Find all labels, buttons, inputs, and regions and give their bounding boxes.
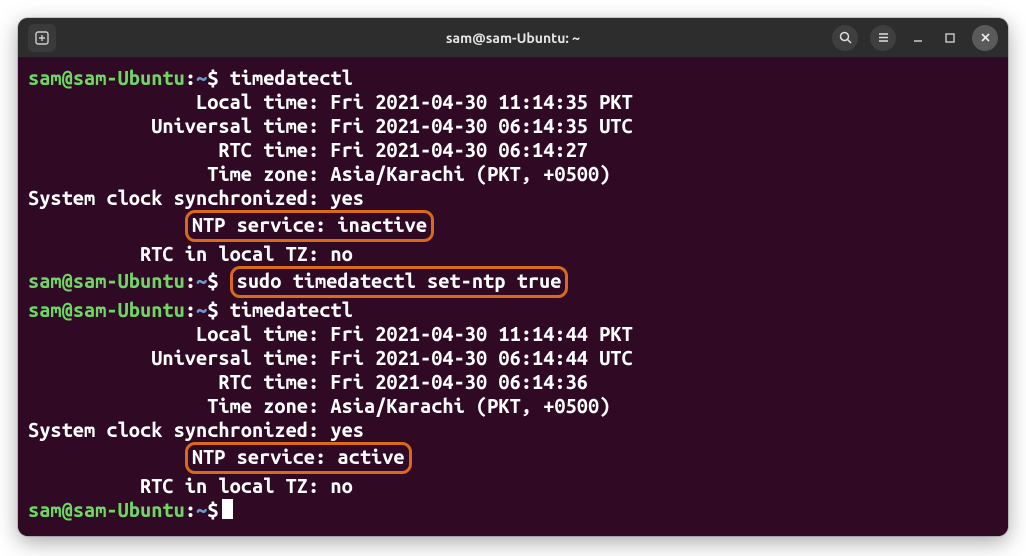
output-label: RTC time: bbox=[28, 138, 319, 161]
output-value: yes bbox=[319, 186, 364, 209]
command-2: sudo timedatectl set-ntp true bbox=[237, 269, 562, 292]
output-line: Time zone: Asia/Karachi (PKT, +0500) bbox=[28, 394, 998, 418]
output-label: Universal time: bbox=[28, 346, 319, 369]
output-label: Local time: bbox=[28, 90, 319, 113]
prompt-colon: : bbox=[185, 298, 196, 321]
prompt-colon: : bbox=[185, 498, 196, 521]
prompt-user: sam bbox=[28, 298, 62, 321]
output-value: Fri 2021-04-30 06:14:35 UTC bbox=[319, 114, 633, 137]
prompt-sigil: $ bbox=[207, 298, 218, 321]
output-pad bbox=[28, 213, 185, 236]
prompt-sigil: $ bbox=[207, 498, 218, 521]
command-3: timedatectl bbox=[230, 298, 353, 321]
output-line: RTC time: Fri 2021-04-30 06:14:27 bbox=[28, 138, 998, 162]
command-1: timedatectl bbox=[230, 66, 353, 89]
prompt-at: @ bbox=[62, 269, 73, 292]
output-value: inactive bbox=[326, 213, 427, 236]
output-label: NTP service: bbox=[192, 213, 326, 236]
output-value: active bbox=[326, 445, 404, 468]
terminal-body[interactable]: sam@sam-Ubuntu:~$ timedatectl Local time… bbox=[18, 58, 1008, 536]
output-label: RTC in local TZ: bbox=[28, 242, 319, 265]
output-line: Universal time: Fri 2021-04-30 06:14:35 … bbox=[28, 114, 998, 138]
highlight-ntp-active: NTP service: active bbox=[185, 442, 412, 474]
output-line: System clock synchronized: yes bbox=[28, 186, 998, 210]
output-label: Time zone: bbox=[28, 394, 319, 417]
output-value: Asia/Karachi (PKT, +0500) bbox=[319, 162, 610, 185]
prompt-user: sam bbox=[28, 269, 62, 292]
output-pad bbox=[28, 445, 185, 468]
search-button[interactable] bbox=[832, 25, 858, 51]
output-value: Fri 2021-04-30 06:14:27 bbox=[319, 138, 588, 161]
output-line: NTP service: inactive bbox=[28, 210, 998, 242]
prompt-line: sam@sam-Ubuntu:~$ timedatectl bbox=[28, 66, 998, 90]
new-tab-button[interactable] bbox=[28, 24, 56, 52]
titlebar: sam@sam-Ubuntu: ~ bbox=[18, 18, 1008, 58]
prompt-colon: : bbox=[185, 66, 196, 89]
output-line: RTC in local TZ: no bbox=[28, 242, 998, 266]
output-label: Time zone: bbox=[28, 162, 319, 185]
output-value: Fri 2021-04-30 11:14:44 PKT bbox=[319, 322, 633, 345]
prompt-user: sam bbox=[28, 498, 62, 521]
highlight-command-set-ntp: sudo timedatectl set-ntp true bbox=[230, 266, 569, 298]
close-icon bbox=[980, 32, 991, 43]
maximize-icon bbox=[944, 32, 956, 44]
output-value: yes bbox=[319, 418, 364, 441]
output-line: Time zone: Asia/Karachi (PKT, +0500) bbox=[28, 162, 998, 186]
output-label: Local time: bbox=[28, 322, 319, 345]
output-line: RTC in local TZ: no bbox=[28, 474, 998, 498]
new-tab-icon bbox=[35, 31, 49, 45]
prompt-host: sam-Ubuntu bbox=[73, 498, 185, 521]
output-line: Local time: Fri 2021-04-30 11:14:35 PKT bbox=[28, 90, 998, 114]
output-line: System clock synchronized: yes bbox=[28, 418, 998, 442]
output-label: NTP service: bbox=[192, 445, 326, 468]
search-icon bbox=[839, 31, 852, 44]
prompt-at: @ bbox=[62, 498, 73, 521]
output-label: System clock synchronized: bbox=[28, 186, 319, 209]
cursor-block bbox=[222, 499, 233, 519]
output-line: RTC time: Fri 2021-04-30 06:14:36 bbox=[28, 370, 998, 394]
minimize-button[interactable] bbox=[908, 28, 928, 48]
output-label: RTC time: bbox=[28, 370, 319, 393]
prompt-user: sam bbox=[28, 66, 62, 89]
prompt-line: sam@sam-Ubuntu:~$ timedatectl bbox=[28, 298, 998, 322]
prompt-host: sam-Ubuntu bbox=[73, 269, 185, 292]
prompt-sigil: $ bbox=[207, 66, 218, 89]
output-value: Fri 2021-04-30 06:14:36 bbox=[319, 370, 588, 393]
prompt-path: ~ bbox=[196, 498, 207, 521]
prompt-line: sam@sam-Ubuntu:~$ bbox=[28, 498, 998, 522]
output-label: Universal time: bbox=[28, 114, 319, 137]
prompt-sigil: $ bbox=[207, 269, 218, 292]
output-value: Fri 2021-04-30 06:14:44 UTC bbox=[319, 346, 633, 369]
close-button[interactable] bbox=[972, 25, 998, 51]
command-text bbox=[218, 66, 229, 89]
output-label: System clock synchronized: bbox=[28, 418, 319, 441]
prompt-path: ~ bbox=[196, 66, 207, 89]
output-value: Asia/Karachi (PKT, +0500) bbox=[319, 394, 610, 417]
prompt-host: sam-Ubuntu bbox=[73, 298, 185, 321]
output-line: NTP service: active bbox=[28, 442, 998, 474]
output-line: Universal time: Fri 2021-04-30 06:14:44 … bbox=[28, 346, 998, 370]
prompt-colon: : bbox=[185, 269, 196, 292]
highlight-ntp-inactive: NTP service: inactive bbox=[185, 210, 434, 242]
menu-button[interactable] bbox=[870, 25, 896, 51]
minimize-icon bbox=[912, 32, 924, 44]
output-value: no bbox=[319, 242, 353, 265]
prompt-at: @ bbox=[62, 66, 73, 89]
output-value: Fri 2021-04-30 11:14:35 PKT bbox=[319, 90, 633, 113]
prompt-path: ~ bbox=[196, 269, 207, 292]
terminal-window: sam@sam-Ubuntu: ~ bbox=[18, 18, 1008, 536]
prompt-line: sam@sam-Ubuntu:~$ sudo timedatectl set-n… bbox=[28, 266, 998, 298]
prompt-host: sam-Ubuntu bbox=[73, 66, 185, 89]
output-line: Local time: Fri 2021-04-30 11:14:44 PKT bbox=[28, 322, 998, 346]
prompt-at: @ bbox=[62, 298, 73, 321]
output-label: RTC in local TZ: bbox=[28, 474, 319, 497]
hamburger-icon bbox=[877, 31, 890, 44]
maximize-button[interactable] bbox=[940, 28, 960, 48]
output-value: no bbox=[319, 474, 353, 497]
prompt-path: ~ bbox=[196, 298, 207, 321]
